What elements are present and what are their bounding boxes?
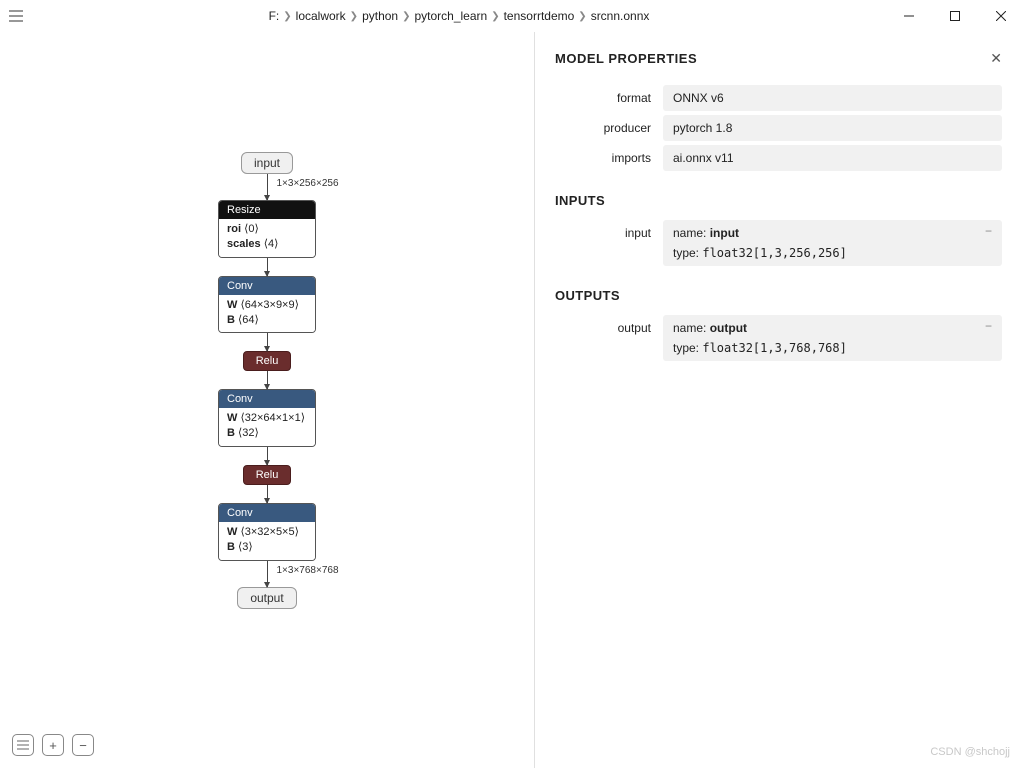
node-title: Resize	[219, 201, 315, 219]
graph-edge: 1×3×256×256	[267, 174, 268, 200]
chevron-right-icon: ❯	[283, 11, 291, 22]
close-button[interactable]	[978, 0, 1024, 32]
graph-edge	[267, 371, 268, 389]
property-value[interactable]: ONNX v6	[663, 85, 1002, 111]
property-row: format ONNX v6	[555, 85, 1002, 111]
section-heading: INPUTS	[555, 193, 1002, 208]
section-heading: OUTPUTS	[555, 288, 1002, 303]
breadcrumb-segment[interactable]: localwork	[296, 9, 346, 23]
zoom-in-icon[interactable]: +	[42, 734, 64, 756]
properties-panel: MODEL PROPERTIES ✕ format ONNX v6 produc…	[534, 32, 1024, 768]
hamburger-icon[interactable]	[0, 0, 32, 32]
node-attr: B ⟨64⟩	[227, 313, 307, 328]
collapse-icon[interactable]: −	[985, 319, 992, 333]
breadcrumb-segment[interactable]: pytorch_learn	[414, 9, 487, 23]
output-label: output	[555, 315, 663, 361]
property-label: format	[555, 85, 663, 111]
watermark: CSDN @shchojj	[930, 746, 1010, 758]
title-bar: F:❯localwork❯python❯pytorch_learn❯tensor…	[0, 0, 1024, 32]
property-label: producer	[555, 115, 663, 141]
node-attr: B ⟨32⟩	[227, 426, 307, 441]
graph-edge	[267, 447, 268, 465]
panel-title: MODEL PROPERTIES	[555, 51, 697, 66]
conv-node[interactable]: ConvW ⟨32×64×1×1⟩B ⟨32⟩	[218, 389, 316, 447]
chevron-right-icon: ❯	[402, 11, 410, 22]
breadcrumb-segment[interactable]: tensorrtdemo	[504, 9, 575, 23]
node-title: Conv	[219, 504, 315, 522]
graph-edge	[267, 333, 268, 351]
close-icon[interactable]: ✕	[990, 50, 1002, 67]
graph-edge	[267, 258, 268, 276]
list-icon[interactable]	[12, 734, 34, 756]
chevron-right-icon: ❯	[491, 11, 499, 22]
node-body: W ⟨3×32×5×5⟩B ⟨3⟩	[219, 522, 315, 560]
breadcrumb-segment[interactable]: F:	[269, 9, 280, 23]
maximize-button[interactable]	[932, 0, 978, 32]
property-value[interactable]: ai.onnx v11	[663, 145, 1002, 171]
minimize-button[interactable]	[886, 0, 932, 32]
window-controls	[886, 0, 1024, 32]
input-row: input name: input− type: float32[1,3,256…	[555, 220, 1002, 266]
chevron-right-icon: ❯	[350, 11, 358, 22]
breadcrumb-segment[interactable]: srcnn.onnx	[591, 9, 650, 23]
toolbar: + −	[12, 734, 94, 756]
input-node[interactable]: input	[241, 152, 293, 174]
graph-edge: 1×3×768×768	[267, 561, 268, 587]
input-label: input	[555, 220, 663, 266]
property-value[interactable]: pytorch 1.8	[663, 115, 1002, 141]
chevron-right-icon: ❯	[578, 11, 586, 22]
output-row: output name: output− type: float32[1,3,7…	[555, 315, 1002, 361]
node-attr: W ⟨3×32×5×5⟩	[227, 525, 307, 540]
resize-node[interactable]: Resizeroi ⟨0⟩scales ⟨4⟩	[218, 200, 316, 258]
breadcrumb-segment[interactable]: python	[362, 9, 398, 23]
collapse-icon[interactable]: −	[985, 224, 992, 238]
breadcrumb: F:❯localwork❯python❯pytorch_learn❯tensor…	[32, 9, 886, 23]
node-body: roi ⟨0⟩scales ⟨4⟩	[219, 219, 315, 257]
node-attr: W ⟨32×64×1×1⟩	[227, 411, 307, 426]
relu-node[interactable]: Relu	[243, 351, 292, 371]
node-body: W ⟨32×64×1×1⟩B ⟨32⟩	[219, 408, 315, 446]
conv-node[interactable]: ConvW ⟨3×32×5×5⟩B ⟨3⟩	[218, 503, 316, 561]
node-body: W ⟨64×3×9×9⟩B ⟨64⟩	[219, 295, 315, 333]
output-node[interactable]: output	[237, 587, 296, 609]
node-attr: scales ⟨4⟩	[227, 237, 307, 252]
property-row: producer pytorch 1.8	[555, 115, 1002, 141]
zoom-out-icon[interactable]: −	[72, 734, 94, 756]
relu-node[interactable]: Relu	[243, 465, 292, 485]
output-value[interactable]: name: output− type: float32[1,3,768,768]	[663, 315, 1002, 361]
node-attr: W ⟨64×3×9×9⟩	[227, 298, 307, 313]
node-title: Conv	[219, 277, 315, 295]
node-attr: roi ⟨0⟩	[227, 222, 307, 237]
node-attr: B ⟨3⟩	[227, 540, 307, 555]
edge-label: 1×3×768×768	[277, 565, 339, 576]
model-graph: input1×3×256×256Resizeroi ⟨0⟩scales ⟨4⟩C…	[218, 152, 316, 609]
input-value[interactable]: name: input− type: float32[1,3,256,256]	[663, 220, 1002, 266]
graph-edge	[267, 485, 268, 503]
edge-label: 1×3×256×256	[277, 178, 339, 189]
property-row: imports ai.onnx v11	[555, 145, 1002, 171]
property-label: imports	[555, 145, 663, 171]
conv-node[interactable]: ConvW ⟨64×3×9×9⟩B ⟨64⟩	[218, 276, 316, 334]
graph-canvas[interactable]: input1×3×256×256Resizeroi ⟨0⟩scales ⟨4⟩C…	[0, 32, 534, 768]
node-title: Conv	[219, 390, 315, 408]
